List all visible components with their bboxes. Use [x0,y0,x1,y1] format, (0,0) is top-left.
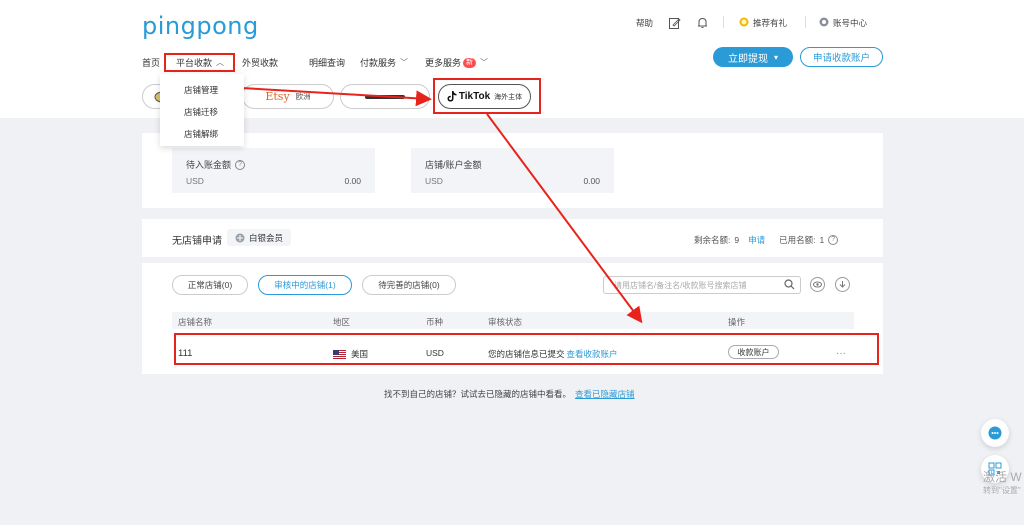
view-account-link[interactable]: 查看收款账户 [567,348,618,360]
edit-icon[interactable] [669,16,681,30]
user-icon [819,17,829,29]
chevron-down-icon: ﹀ [480,58,489,67]
eye-icon[interactable] [810,277,825,292]
apply-account-button[interactable]: 申请收款账户 [800,47,883,67]
quota-info: 剩余名额: 9 申请 已用名额: 1 ? [694,234,839,246]
chevron-down-icon: ﹀ [400,58,409,67]
dropdown-item-store-migration[interactable]: 店铺迁移 [184,106,218,118]
us-flag-icon [333,349,346,359]
more-icon[interactable]: ··· [836,348,846,359]
logo[interactable]: pingpong [142,12,259,40]
nav-more-services[interactable]: 更多服务新 ﹀ [425,56,488,69]
help-icon[interactable]: ? [828,235,839,245]
member-badge: 白银会员 [227,229,292,246]
activation-watermark: 激活 W [983,470,1022,484]
nav-payment-service[interactable]: 付款服务 ﹀ [360,56,408,69]
platform-item-tiktok[interactable]: TikTok 海外主体 [438,84,531,109]
account-center-link[interactable]: 账号中心 [819,16,867,30]
platform-collection-dropdown: 店铺管理 店铺迁移 店铺解绑 [160,74,244,146]
nav-home[interactable]: 首页 [142,56,160,69]
store-account-balance: 店铺/账户金额 USD 0.00 [411,148,614,193]
search-icon[interactable] [784,279,795,292]
help-icon[interactable]: ? [235,159,246,170]
tab-incomplete-stores[interactable]: 待完善的店铺(0) [362,275,456,295]
chevron-down-icon: ▾ [773,52,778,62]
activation-watermark-sub: 转到"设置" [983,486,1021,495]
platform-logo-icon [365,94,405,99]
bell-icon[interactable] [697,16,708,30]
chat-icon [988,426,1002,440]
table-header: 店铺名称 地区 币种 审核状态 操作 [172,312,854,329]
top-header: pingpong 帮助 推荐有礼 账号中心 首页 平台收款 ︿ 外贸收款 明细查询… [0,0,1024,73]
download-icon[interactable] [835,277,850,292]
tab-normal-stores[interactable]: 正常店铺(0) [172,275,248,295]
nav-platform-collection[interactable]: 平台收款 ︿ [176,56,224,69]
store-search-input[interactable]: 请用店铺名/备注名/收款账号搜索店铺 [603,276,801,294]
coin-icon [739,17,749,29]
no-store-title: 无店铺申请 [172,236,222,247]
platform-item-third[interactable] [340,84,430,109]
platform-item-etsy[interactable]: Etsy 欧洲 [242,84,334,109]
new-badge: 新 [463,57,477,68]
footer-hint: 找不到自己的店铺？试试去已隐藏的店铺中看看。 查看已隐藏店铺 [384,388,635,400]
withdraw-button[interactable]: 立即提现 ▾ [713,47,793,67]
referral-link[interactable]: 推荐有礼 [739,16,787,30]
chevron-up-icon: ︿ [216,58,225,67]
hidden-stores-link[interactable]: 查看已隐藏店铺 [575,388,635,400]
tiktok-icon [447,91,457,102]
nav-details[interactable]: 明细查询 [309,56,345,69]
pending-balance: 待入账金额? USD 0.00 [172,148,375,193]
dropdown-item-store-management[interactable]: 店铺管理 [184,84,218,96]
chat-button[interactable] [981,419,1009,447]
silver-member-icon [235,233,245,242]
help-link[interactable]: 帮助 [636,16,653,30]
collection-account-button[interactable]: 收款账户 [728,345,779,359]
apply-quota-link[interactable]: 申请 [748,234,765,246]
tab-reviewing-stores[interactable]: 审核中的店铺(1) [258,275,352,295]
dropdown-item-store-unbind[interactable]: 店铺解绑 [184,128,218,140]
nav-trade-collection[interactable]: 外贸收款 [242,56,278,69]
